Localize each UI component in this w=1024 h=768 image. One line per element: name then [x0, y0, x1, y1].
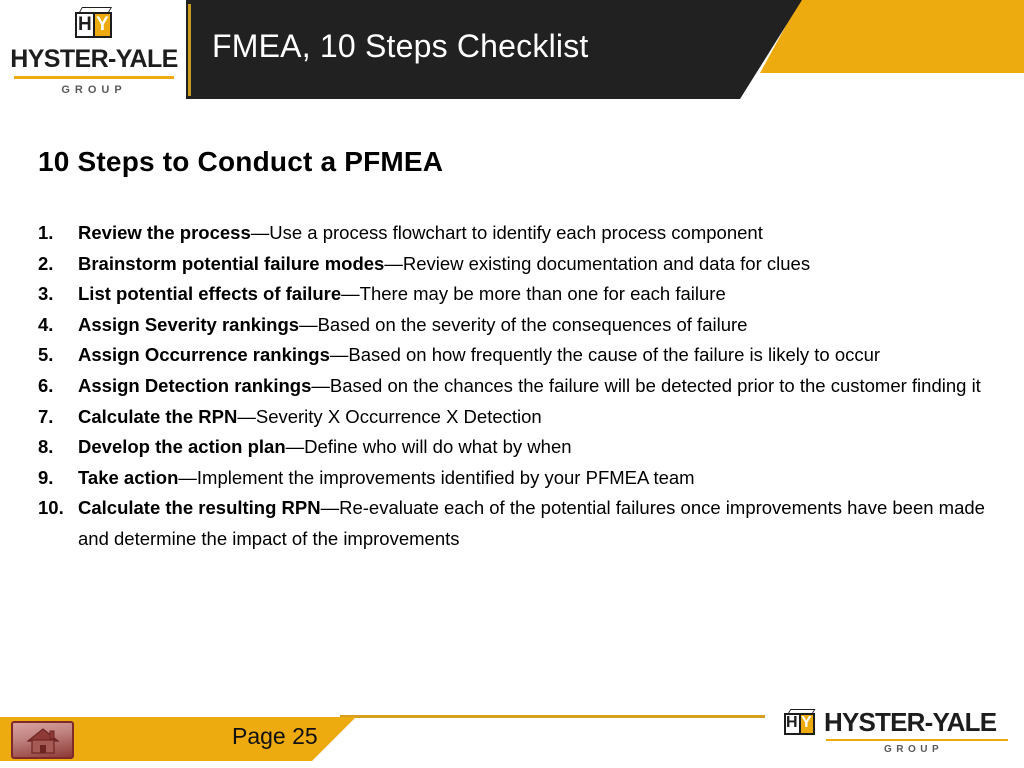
- step-number: 3.: [38, 283, 54, 305]
- list-item: 10. Calculate the resulting RPN—Re-evalua…: [38, 493, 990, 554]
- list-item: 7. Calculate the RPN—Severity X Occurrenc…: [38, 402, 990, 433]
- list-item: 6. Assign Detection rankings—Based on the…: [38, 371, 990, 402]
- step-description: —Implement the improvements identified b…: [178, 466, 695, 488]
- step-number: 10.: [38, 497, 64, 519]
- list-item: 4. Assign Severity rankings—Based on the …: [38, 310, 990, 341]
- logo-subtitle-small: GROUP: [884, 744, 944, 755]
- logo-wordmark: HYSTER-YALE: [10, 45, 178, 73]
- header-left-accent-stripe: [188, 4, 191, 96]
- hyster-yale-logo-bottom: H Y HYSTER-YALE GROUP: [782, 706, 1010, 762]
- step-number: 1.: [38, 222, 54, 243]
- list-item: 3. List potential effects of failure—Ther…: [38, 279, 990, 310]
- list-item: 5. Assign Occurrence rankings—Based on ho…: [38, 340, 990, 371]
- step-description: —Use a process flowchart to identify eac…: [250, 222, 763, 243]
- content-heading: 10 Steps to Conduct a PFMEA: [38, 146, 444, 177]
- logo-underline-small: [826, 739, 1008, 741]
- logo-letter-y: Y: [801, 714, 812, 731]
- step-term: Develop the action plan: [78, 436, 286, 458]
- logo-subtitle: GROUP: [61, 84, 127, 96]
- step-term: Take action: [78, 466, 179, 488]
- logo-wordmark-small: HYSTER-YALE: [824, 707, 997, 737]
- logo-underline: [14, 76, 174, 79]
- page-number-label: Page 25: [232, 723, 318, 749]
- logo-letter-h: H: [78, 14, 92, 35]
- slide: FMEA, 10 Steps Checklist H Y HYSTER-YALE…: [0, 0, 1024, 768]
- step-term: Calculate the resulting RPN: [78, 497, 321, 519]
- header-yellow-accent-shape: [760, 0, 1024, 73]
- step-number: 2.: [38, 252, 54, 274]
- step-description: —Review existing documentation and data …: [384, 252, 811, 274]
- step-description: —Based on the chances the failure will b…: [311, 374, 981, 396]
- step-description: —Based on the severity of the consequenc…: [299, 313, 748, 335]
- list-item: 1. Review the process—Use a process flowc…: [38, 218, 990, 249]
- step-number: 6.: [38, 374, 54, 396]
- step-term: Assign Occurrence rankings: [78, 344, 330, 366]
- home-button[interactable]: [11, 721, 74, 759]
- footer-divider-line: [340, 715, 765, 718]
- hyster-yale-cube-icon: H Y: [71, 6, 117, 42]
- step-description: —There may be more than one for each fai…: [341, 283, 726, 305]
- logo-letter-h: H: [786, 714, 798, 731]
- logo-letter-y: Y: [96, 14, 109, 35]
- step-term: Calculate the RPN: [78, 405, 238, 427]
- step-term: Assign Detection rankings: [78, 374, 312, 396]
- step-description: —Severity X Occurrence X Detection: [237, 405, 542, 427]
- step-number: 8.: [38, 436, 54, 458]
- step-term: Brainstorm potential failure modes: [78, 252, 385, 274]
- list-item: 9. Take action—Implement the improvements…: [38, 463, 990, 494]
- step-description: —Based on how frequently the cause of th…: [329, 344, 881, 366]
- step-description: —Define who will do what by when: [285, 436, 572, 458]
- home-icon: [13, 727, 72, 755]
- step-number: 9.: [38, 466, 54, 488]
- step-term: Review the process: [78, 222, 251, 243]
- steps-list: 1. Review the process—Use a process flowc…: [38, 218, 990, 555]
- step-term: Assign Severity rankings: [78, 313, 300, 335]
- step-number: 7.: [38, 405, 54, 427]
- step-term: List potential effects of failure: [78, 283, 342, 305]
- hyster-yale-logo-top: H Y HYSTER-YALE GROUP: [8, 6, 180, 98]
- page-title: FMEA, 10 Steps Checklist: [212, 28, 589, 64]
- step-number: 4.: [38, 313, 54, 335]
- list-item: 2. Brainstorm potential failure modes—Rev…: [38, 249, 990, 280]
- step-number: 5.: [38, 344, 54, 366]
- list-item: 8. Develop the action plan—Define who wil…: [38, 432, 990, 463]
- hyster-yale-cube-icon-small: H Y: [782, 708, 822, 738]
